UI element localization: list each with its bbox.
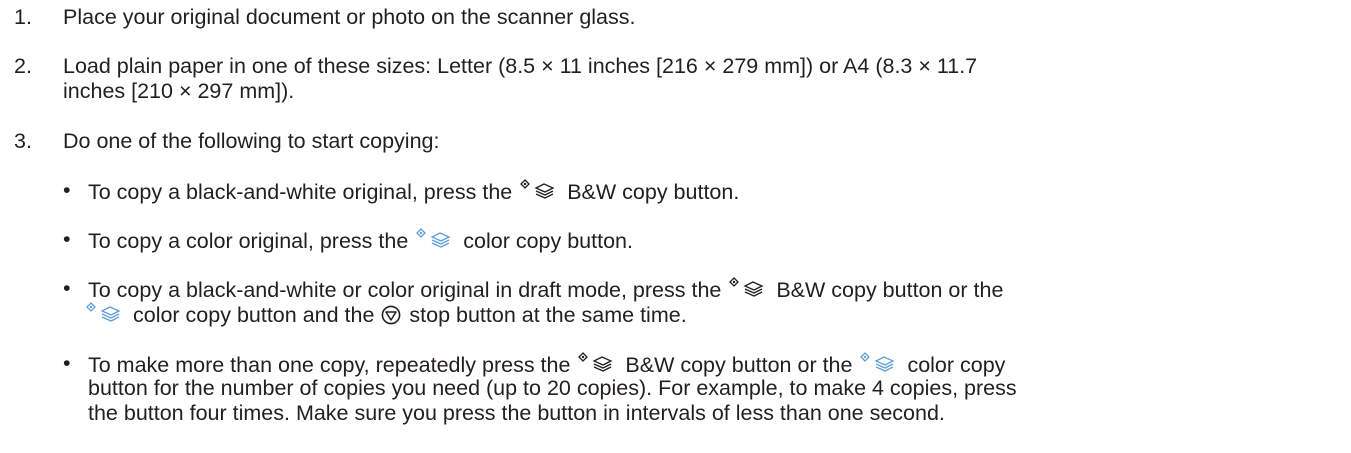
bw-copy-icon [578, 352, 616, 374]
color-copy-icon [416, 228, 454, 250]
bullet-text-line-3: the button four times. Make sure you pre… [88, 401, 945, 425]
bw-copy-icon [729, 277, 767, 299]
bullet-marker: • [63, 178, 71, 202]
step-text: Place your original document or photo on… [63, 5, 636, 29]
step-number: 1. [14, 5, 32, 29]
step-number: 2. [14, 54, 32, 78]
bullet-text-segment: To make more than one copy, repeatedly p… [88, 353, 571, 377]
bullet-text-line-2: button for the number of copies you need… [88, 376, 1017, 400]
color-copy-icon [86, 302, 124, 324]
bullet-text-after: color copy button. [463, 229, 633, 253]
bullet-text-segment: color copy [907, 353, 1006, 377]
bullet-text-segment: B&W copy button or the [625, 353, 853, 377]
bullet-marker: • [63, 351, 71, 375]
bw-copy-icon [520, 179, 558, 201]
bullet-text-line-2: color copy button and the stop button at… [86, 300, 1308, 329]
bullet-text-segment: color copy button and the [132, 303, 375, 327]
bullet-text: To copy a color original, press the colo… [88, 226, 1308, 255]
bullet-text-before: To copy a black-and-white original, pres… [88, 180, 513, 204]
step-text: Do one of the following to start copying… [63, 129, 440, 153]
bullet-marker: • [63, 276, 71, 300]
bullet-text-before: To copy a color original, press the [88, 229, 409, 253]
bullet-marker: • [63, 227, 71, 251]
step-number: 3. [14, 129, 32, 153]
bullet-text-after: B&W copy button. [567, 180, 740, 204]
bullet-text-segment: stop button at the same time. [409, 303, 687, 327]
step-text-line-2: inches [210 × 297 mm]). [63, 79, 295, 103]
step-text-line-1: Load plain paper in one of these sizes: … [63, 54, 978, 78]
stop-icon [381, 305, 401, 325]
color-copy-icon [860, 352, 898, 374]
bullet-text-segment: B&W copy button or the [776, 278, 1004, 302]
bullet-text-segment: To copy a black-and-white or color origi… [88, 278, 722, 302]
bullet-text: To copy a black-and-white original, pres… [88, 177, 1308, 206]
